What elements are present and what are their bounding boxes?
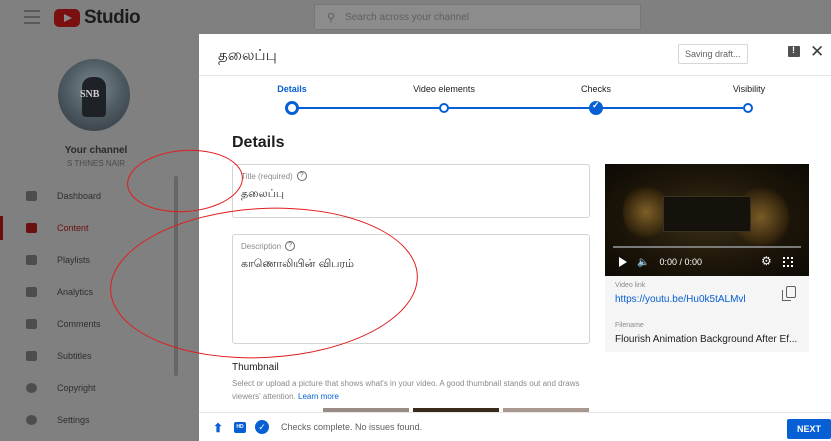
search-input[interactable]: ⚲ Search across your channel: [314, 4, 641, 30]
details-scroll-area[interactable]: Details Title (required) ? தலைப்பு Descr…: [199, 126, 831, 412]
help-icon[interactable]: ?: [285, 241, 296, 251]
settings-icon: [26, 415, 37, 425]
sidebar-item-label: Copyright: [57, 383, 96, 393]
step-details[interactable]: Details: [232, 84, 352, 94]
description-field-label: Description ?: [241, 241, 296, 251]
channel-avatar[interactable]: [58, 59, 130, 131]
comments-icon: [26, 319, 37, 329]
play-icon[interactable]: [619, 257, 627, 267]
step-video-elements[interactable]: Video elements: [384, 84, 504, 94]
dialog-title: தலைப்பு: [218, 46, 277, 64]
sidebar-nav: Dashboard Content Playlists Analytics Co…: [0, 180, 192, 436]
content-icon: [26, 223, 37, 233]
video-progress-bar[interactable]: [613, 246, 801, 248]
step-checks-dot[interactable]: [589, 100, 603, 115]
filename-value: Flourish Animation Background After Ef..…: [615, 334, 798, 345]
sidebar-item-content[interactable]: Content: [0, 212, 192, 244]
title-label-text: Title (required): [241, 171, 293, 181]
title-field-label: Title (required) ?: [241, 171, 307, 181]
video-frame: [663, 196, 751, 232]
learn-more-link[interactable]: Learn more: [298, 392, 339, 401]
sidebar-item-label: Dashboard: [57, 191, 102, 201]
search-icon: ⚲: [327, 11, 336, 24]
fullscreen-icon[interactable]: [783, 257, 793, 267]
upload-stepper: Details Video elements Checks Visibility: [199, 76, 831, 126]
stepper-line: [289, 107, 743, 109]
analytics-icon: [26, 287, 37, 297]
step-video-elements-dot[interactable]: [439, 103, 449, 113]
logo-text: Studio: [84, 7, 141, 28]
upload-dialog: தலைப்பு Saving draft... ✕ Details Video …: [199, 34, 831, 441]
video-link-label: Video link: [615, 282, 646, 289]
next-button[interactable]: NEXT: [787, 419, 831, 439]
title-field[interactable]: Title (required) ? தலைப்பு: [232, 164, 590, 218]
menu-icon[interactable]: [24, 10, 40, 24]
saving-draft-badge: Saving draft...: [678, 44, 748, 64]
sidebar-item-settings[interactable]: Settings: [0, 404, 192, 436]
thumbnail-description: Select or upload a picture that shows wh…: [232, 377, 602, 403]
step-details-dot[interactable]: [285, 101, 299, 115]
player-controls: 🔈 0:00 / 0:00 ⚙: [605, 250, 809, 274]
sidebar-item-comments[interactable]: Comments: [0, 308, 192, 340]
dialog-header: தலைப்பு Saving draft... ✕: [199, 34, 831, 76]
sidebar-item-label: Content: [57, 223, 89, 233]
sidebar-scrollbar[interactable]: [174, 176, 178, 376]
description-value: காணொலியின் விபரம்: [241, 257, 354, 270]
sidebar: Your channel S THINES NAIR Dashboard Con…: [0, 34, 192, 441]
search-placeholder: Search across your channel: [345, 11, 470, 23]
video-preview-card: 🔈 0:00 / 0:00 ⚙ Video link https://youtu…: [605, 164, 809, 352]
step-checks[interactable]: Checks: [536, 84, 656, 94]
dashboard-icon: [26, 191, 37, 201]
step-visibility-dot[interactable]: [743, 103, 753, 113]
sidebar-item-analytics[interactable]: Analytics: [0, 276, 192, 308]
thumbnail-heading: Thumbnail: [232, 362, 279, 373]
copy-icon[interactable]: [782, 286, 796, 301]
hd-icon[interactable]: HD: [234, 422, 246, 433]
feedback-icon[interactable]: [788, 45, 800, 57]
sidebar-item-label: Analytics: [57, 287, 94, 297]
sidebar-item-playlists[interactable]: Playlists: [0, 244, 192, 276]
sidebar-item-label: Settings: [57, 415, 90, 425]
video-player[interactable]: 🔈 0:00 / 0:00 ⚙: [605, 164, 809, 276]
title-value: தலைப்பு: [241, 187, 285, 200]
sidebar-item-subtitles[interactable]: Subtitles: [0, 340, 192, 372]
channel-name: S THINES NAIR: [66, 159, 126, 168]
step-visibility[interactable]: Visibility: [689, 84, 809, 94]
your-channel-label: Your channel: [64, 145, 128, 156]
volume-icon[interactable]: 🔈: [637, 257, 649, 268]
gear-icon[interactable]: ⚙: [761, 254, 772, 268]
thumbnail-description-text: Select or upload a picture that shows wh…: [232, 379, 580, 401]
youtube-logo-icon: [54, 9, 80, 27]
checks-complete-icon[interactable]: ✓: [255, 420, 269, 434]
video-time: 0:00 / 0:00: [659, 257, 702, 267]
sidebar-item-label: Playlists: [57, 255, 91, 265]
description-field[interactable]: Description ? காணொலியின் விபரம்: [232, 234, 590, 344]
description-label-text: Description: [241, 241, 282, 251]
subtitles-icon: [26, 351, 37, 361]
copyright-icon: [26, 383, 37, 393]
sidebar-item-label: Comments: [57, 319, 101, 329]
sidebar-item-dashboard[interactable]: Dashboard: [0, 180, 192, 212]
video-link[interactable]: https://youtu.be/Hu0k5tALMvl: [615, 294, 746, 305]
details-heading: Details: [232, 134, 285, 151]
upload-icon[interactable]: ⬆: [213, 421, 223, 435]
dialog-footer: ⬆ HD ✓ Checks complete. No issues found.…: [199, 412, 831, 441]
filename-label: Filename: [615, 322, 644, 329]
studio-logo[interactable]: Studio: [54, 7, 141, 29]
sidebar-item-label: Subtitles: [57, 351, 92, 361]
close-icon[interactable]: ✕: [810, 42, 824, 62]
playlists-icon: [26, 255, 37, 265]
checks-status: Checks complete. No issues found.: [281, 422, 423, 432]
sidebar-item-copyright[interactable]: Copyright: [0, 372, 192, 404]
help-icon[interactable]: ?: [296, 171, 307, 181]
studio-topbar: Studio ⚲ Search across your channel: [0, 0, 831, 34]
